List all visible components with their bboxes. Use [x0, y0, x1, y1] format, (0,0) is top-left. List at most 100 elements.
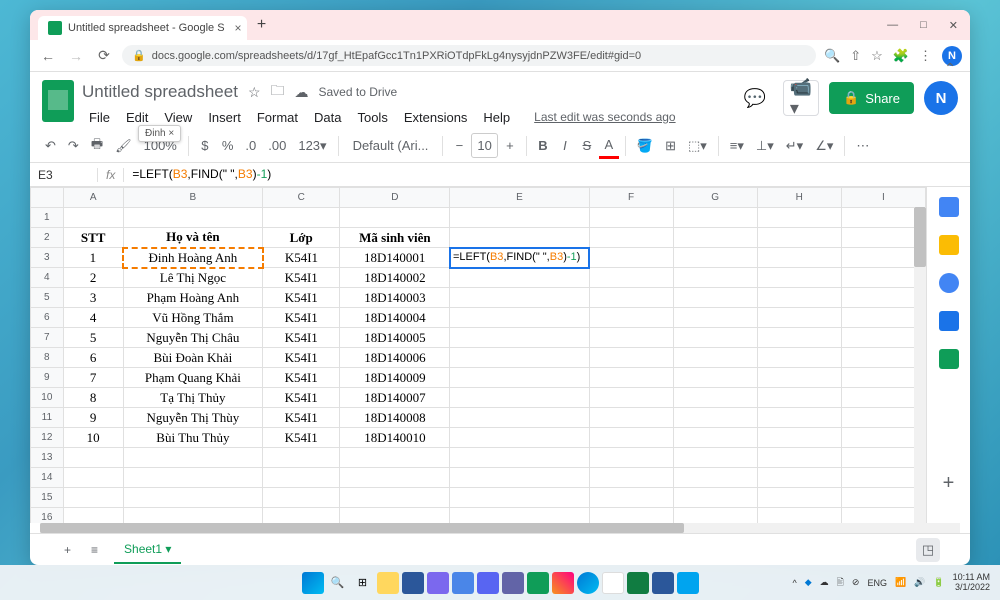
menu-insert[interactable]: Insert: [201, 106, 248, 129]
app-icon-8[interactable]: [602, 572, 624, 594]
cell[interactable]: 6: [63, 348, 123, 368]
cell[interactable]: [450, 388, 589, 408]
app-icon-4[interactable]: [477, 572, 499, 594]
cell[interactable]: [589, 408, 673, 428]
word-icon[interactable]: [652, 572, 674, 594]
undo-button[interactable]: ↶: [40, 134, 61, 158]
row-header-8[interactable]: 8: [31, 348, 64, 368]
cell[interactable]: [340, 208, 450, 228]
start-button[interactable]: [302, 572, 324, 594]
cell[interactable]: Nguyễn Thị Thùy: [123, 408, 262, 428]
cell[interactable]: K54I1: [263, 408, 340, 428]
cell[interactable]: [263, 208, 340, 228]
cell[interactable]: Bùi Đoàn Khải: [123, 348, 262, 368]
menu-icon[interactable]: ⋮: [919, 48, 932, 64]
bookmark-icon[interactable]: ☆: [871, 48, 883, 64]
share-button[interactable]: 🔒 Share: [829, 82, 914, 114]
cell[interactable]: [841, 348, 925, 368]
decrease-decimal-button[interactable]: .0: [240, 134, 261, 157]
maps-icon[interactable]: [939, 349, 959, 369]
extensions-icon[interactable]: 🧩: [893, 48, 909, 64]
cell[interactable]: [589, 268, 673, 288]
row-header-10[interactable]: 10: [31, 388, 64, 408]
row-header-14[interactable]: 14: [31, 468, 64, 488]
menu-tools[interactable]: Tools: [350, 106, 394, 129]
cell[interactable]: [123, 508, 262, 524]
row-header-16[interactable]: 16: [31, 508, 64, 524]
row-header-15[interactable]: 15: [31, 488, 64, 508]
menu-help[interactable]: Help: [476, 106, 517, 129]
tray-icon-4[interactable]: ⊘: [852, 577, 860, 588]
cell[interactable]: Lê Thị Ngọc: [123, 268, 262, 288]
cell[interactable]: Phạm Quang Khải: [123, 368, 262, 388]
cell[interactable]: K54I1: [263, 308, 340, 328]
menu-data[interactable]: Data: [307, 106, 348, 129]
cell[interactable]: [673, 288, 757, 308]
add-sheet-button[interactable]: +: [60, 543, 75, 557]
doc-title[interactable]: Untitled spreadsheet: [82, 82, 238, 102]
cell[interactable]: K54I1: [263, 388, 340, 408]
cell[interactable]: [673, 328, 757, 348]
select-all-corner[interactable]: [31, 188, 64, 208]
app-icon-6[interactable]: [527, 572, 549, 594]
cell[interactable]: 18D140009: [340, 368, 450, 388]
wrap-button[interactable]: ↵▾: [781, 134, 808, 158]
print-button[interactable]: 🖶: [86, 131, 108, 161]
cell[interactable]: [123, 488, 262, 508]
increase-decimal-button[interactable]: .00: [263, 134, 291, 157]
cell[interactable]: [673, 208, 757, 228]
contacts-icon[interactable]: [939, 311, 959, 331]
tray-icon-3[interactable]: 🖹: [837, 575, 844, 591]
cell[interactable]: [673, 348, 757, 368]
cell[interactable]: [589, 388, 673, 408]
task-view-icon[interactable]: ⊞: [352, 572, 374, 594]
new-tab-button[interactable]: +: [251, 14, 273, 36]
cell[interactable]: Nguyễn Thị Châu: [123, 328, 262, 348]
cell[interactable]: [450, 208, 589, 228]
tasks-icon[interactable]: [939, 273, 959, 293]
vertical-scrollbar[interactable]: [914, 207, 926, 523]
strike-button[interactable]: S: [577, 134, 597, 157]
cell[interactable]: [673, 268, 757, 288]
cell[interactable]: [757, 508, 841, 524]
cell[interactable]: [450, 408, 589, 428]
cell[interactable]: [63, 208, 123, 228]
cell[interactable]: Bùi Thu Thủy: [123, 428, 262, 448]
cell[interactable]: [589, 468, 673, 488]
cell[interactable]: [340, 488, 450, 508]
more-formats-button[interactable]: 123▾: [293, 134, 331, 158]
cell[interactable]: [757, 208, 841, 228]
redo-button[interactable]: ↷: [63, 134, 84, 158]
tray-icon-2[interactable]: ☁: [820, 577, 829, 588]
cell[interactable]: Vũ Hồng Thắm: [123, 308, 262, 328]
app-icon-5[interactable]: [502, 572, 524, 594]
cell[interactable]: [841, 448, 925, 468]
cell[interactable]: [757, 448, 841, 468]
autocomplete-hint[interactable]: Đinh ×: [138, 125, 181, 142]
cell[interactable]: 1: [63, 248, 123, 268]
comments-icon[interactable]: 💬: [737, 80, 773, 116]
cell[interactable]: [123, 448, 262, 468]
cell[interactable]: [450, 348, 589, 368]
cell[interactable]: [450, 288, 589, 308]
cell[interactable]: 18D140005: [340, 328, 450, 348]
back-button[interactable]: ←: [38, 48, 58, 64]
cell[interactable]: Phạm Hoàng Anh: [123, 288, 262, 308]
cell[interactable]: [757, 488, 841, 508]
cell[interactable]: [757, 288, 841, 308]
addons-plus-icon[interactable]: +: [943, 472, 955, 495]
cell[interactable]: [589, 228, 673, 248]
clock[interactable]: 10:11 AM 3/1/2022: [953, 573, 990, 593]
rotate-button[interactable]: ∠▾: [810, 134, 838, 158]
cell[interactable]: K54I1: [263, 288, 340, 308]
spreadsheet-grid[interactable]: A B C D E F G H I 12STTHọ và tênLớpMã si…: [30, 187, 926, 523]
cell[interactable]: [841, 468, 925, 488]
cell[interactable]: [589, 448, 673, 468]
cell[interactable]: [589, 288, 673, 308]
cell[interactable]: 18D140004: [340, 308, 450, 328]
menu-extensions[interactable]: Extensions: [397, 106, 475, 129]
cell[interactable]: [841, 208, 925, 228]
cell[interactable]: 18D140006: [340, 348, 450, 368]
url-field[interactable]: 🔒 docs.google.com/spreadsheets/d/17gf_Ht…: [122, 45, 816, 66]
cell[interactable]: [673, 468, 757, 488]
